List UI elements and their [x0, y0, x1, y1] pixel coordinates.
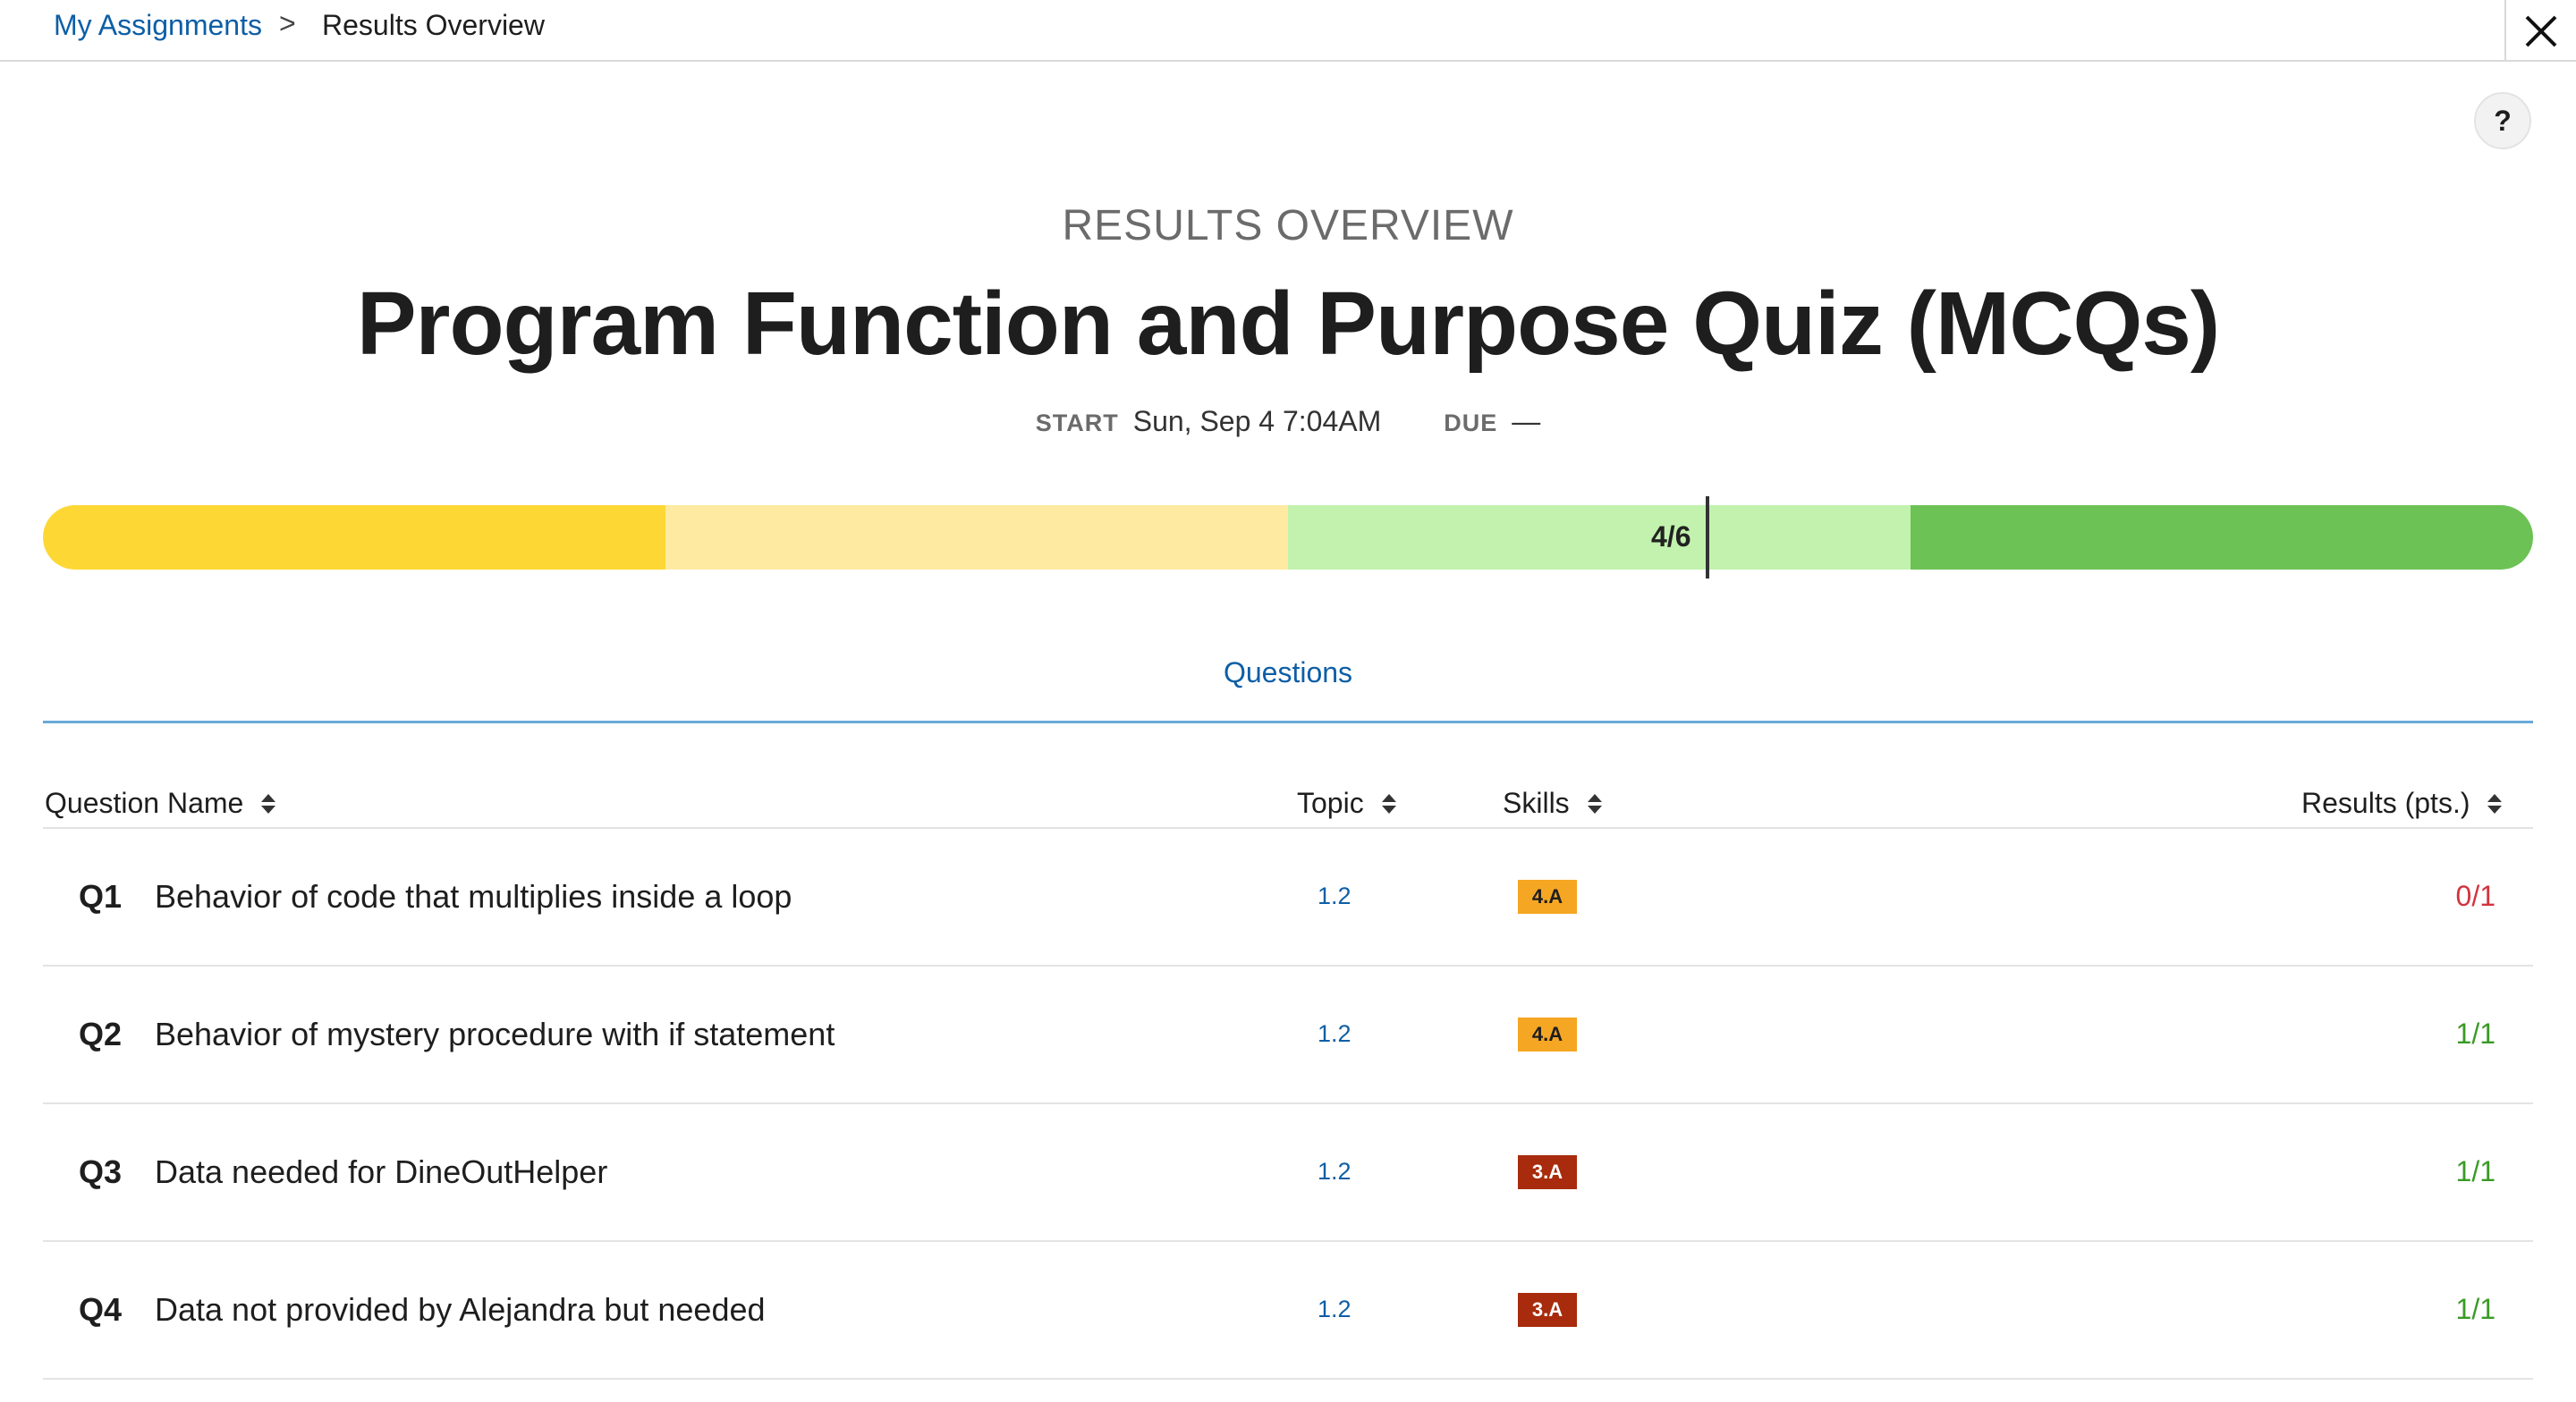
question-number: Q2: [79, 1016, 123, 1052]
close-button[interactable]: [2504, 0, 2576, 62]
score-band-2: [665, 505, 1288, 570]
question-number: Q1: [79, 878, 123, 915]
question-result: 0/1: [2455, 880, 2496, 912]
sort-icon: [1381, 793, 1396, 814]
breadcrumb-current: Results Overview: [322, 9, 545, 41]
column-header-results[interactable]: Results (pts.): [2301, 787, 2503, 820]
question-result: 1/1: [2455, 1018, 2496, 1050]
score-progress-bar: [43, 505, 2533, 570]
tab-active-underline: [43, 721, 2533, 723]
question-topic[interactable]: 1.2: [1318, 1296, 1352, 1323]
table-row[interactable]: Q4 Data not provided by Alejandra but ne…: [43, 1242, 2533, 1380]
column-header-skills[interactable]: Skills: [1503, 787, 1602, 820]
column-header-label: Results (pts.): [2301, 787, 2470, 819]
breadcrumb-my-assignments-link[interactable]: My Assignments: [54, 9, 262, 42]
score-band-4: [1911, 505, 2533, 570]
score-label: 4/6: [1651, 520, 1691, 553]
help-icon: ?: [2494, 104, 2512, 137]
assignment-dates: START Sun, Sep 4 7:04AM DUE —: [0, 405, 2576, 438]
sort-icon: [1587, 793, 1602, 814]
question-name: Data needed for DineOutHelper: [155, 1153, 608, 1190]
question-topic[interactable]: 1.2: [1318, 1158, 1352, 1186]
skill-badge: 3.A: [1518, 1155, 1577, 1189]
column-header-label: Skills: [1503, 787, 1570, 819]
column-header-topic[interactable]: Topic: [1297, 787, 1396, 820]
score-band-3: [1288, 505, 1911, 570]
score-band-1: [43, 505, 665, 570]
question-result: 1/1: [2455, 1293, 2496, 1325]
question-number: Q4: [79, 1291, 123, 1328]
skill-badge: 4.A: [1518, 880, 1577, 914]
column-header-question-name[interactable]: Question Name: [45, 787, 276, 820]
score-marker: [1706, 496, 1709, 579]
start-label: START: [1035, 410, 1119, 436]
skill-badge: 3.A: [1518, 1293, 1577, 1327]
breadcrumb-separator: >: [279, 7, 296, 39]
start-value: Sun, Sep 4 7:04AM: [1132, 405, 1382, 437]
question-name: Behavior of mystery procedure with if st…: [155, 1016, 835, 1052]
question-topic[interactable]: 1.2: [1318, 1020, 1352, 1048]
table-row[interactable]: Q2 Behavior of mystery procedure with if…: [43, 967, 2533, 1104]
help-button[interactable]: ?: [2474, 92, 2531, 149]
close-icon: [2525, 15, 2557, 46]
table-row[interactable]: Q1 Behavior of code that multiplies insi…: [43, 829, 2533, 967]
due-value: —: [1512, 405, 1541, 437]
sort-icon: [261, 793, 276, 814]
due-label: DUE: [1444, 410, 1498, 436]
question-topic[interactable]: 1.2: [1318, 883, 1352, 910]
column-header-label: Topic: [1297, 787, 1364, 819]
page-title: Program Function and Purpose Quiz (MCQs): [356, 274, 2220, 374]
question-name: Behavior of code that multiplies inside …: [155, 878, 792, 915]
column-header-label: Question Name: [45, 787, 244, 819]
question-number: Q3: [79, 1153, 123, 1190]
question-name: Data not provided by Alejandra but neede…: [155, 1291, 766, 1328]
top-bar: My Assignments > Results Overview: [0, 0, 2576, 62]
question-result: 1/1: [2455, 1155, 2496, 1187]
page-eyebrow: RESULTS OVERVIEW: [1062, 202, 1514, 249]
tab-questions[interactable]: Questions: [0, 656, 2576, 689]
sort-icon: [2487, 793, 2503, 814]
table-row[interactable]: Q3 Data needed for DineOutHelper 1.2 3.A…: [43, 1104, 2533, 1242]
skill-badge: 4.A: [1518, 1018, 1577, 1052]
